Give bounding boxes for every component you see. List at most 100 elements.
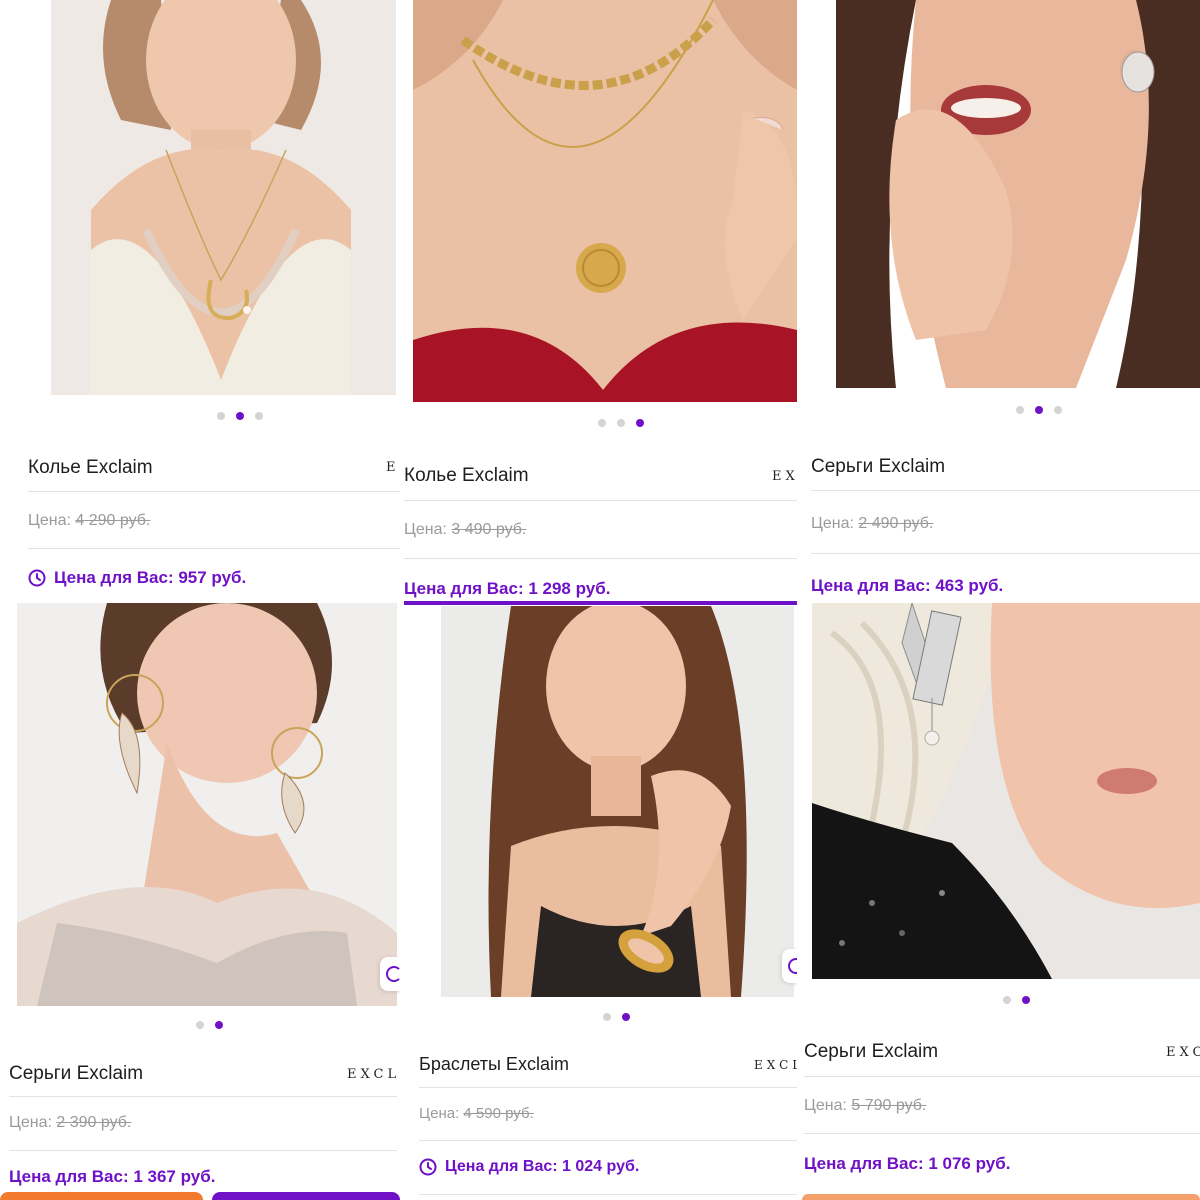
- your-price-text: Цена для Вас: 463 руб.: [811, 576, 1004, 595]
- old-price-value: 4 590 руб.: [463, 1105, 534, 1122]
- divider: [9, 1150, 397, 1151]
- old-price-value: 3 490 руб.: [451, 521, 527, 538]
- product-title[interactable]: Серьги Exclaim: [804, 1041, 938, 1063]
- carousel-dot-active[interactable]: [215, 1021, 223, 1029]
- old-price-value: 5 790 руб.: [851, 1097, 927, 1114]
- product-card[interactable]: Колье Exclaim E Цена: 4 290 руб. Цена дл…: [0, 0, 400, 600]
- divider: [811, 490, 1200, 491]
- carousel-dot[interactable]: [255, 412, 263, 420]
- divider: [804, 1133, 1200, 1134]
- old-price: Цена: 3 490 руб.: [404, 521, 526, 539]
- product-title[interactable]: Браслеты Exclaim: [419, 1054, 569, 1075]
- refresh-icon: [788, 958, 797, 974]
- carousel-dots[interactable]: [1016, 406, 1062, 414]
- brand-logo: EXCL: [1166, 1045, 1200, 1060]
- progress-bar: [404, 601, 797, 605]
- carousel-dot[interactable]: [598, 419, 606, 427]
- product-title[interactable]: Серьги Exclaim: [811, 456, 945, 478]
- carousel-dot[interactable]: [1054, 406, 1062, 414]
- product-photo[interactable]: [17, 603, 397, 1006]
- brand-logo: EXCLAi: [754, 1058, 797, 1072]
- old-price: Цена: 5 790 руб.: [804, 1097, 926, 1115]
- your-price: Цена для Вас: 1 076 руб.: [804, 1154, 1010, 1174]
- carousel-dots[interactable]: [196, 1021, 223, 1029]
- clock-icon: [419, 1158, 437, 1176]
- carousel-dots[interactable]: [598, 419, 644, 427]
- price-label: Цена:: [28, 512, 71, 529]
- divider: [419, 1194, 797, 1195]
- old-price-value: 4 290 руб.: [75, 512, 151, 529]
- old-price-value: 2 390 руб.: [56, 1114, 132, 1131]
- product-card[interactable]: Серьги Exclaim Цена: 2 490 руб. Цена для…: [802, 0, 1200, 598]
- carousel-dot[interactable]: [603, 1013, 611, 1021]
- divider: [28, 491, 400, 492]
- carousel-dots[interactable]: [1003, 996, 1030, 1004]
- buy-button[interactable]: [802, 1194, 1200, 1200]
- divider: [404, 558, 797, 559]
- old-price-value: 2 490 руб.: [858, 515, 934, 532]
- divider: [28, 548, 400, 549]
- product-photo[interactable]: [836, 0, 1200, 388]
- carousel-dot-active[interactable]: [1022, 996, 1030, 1004]
- clock-icon: [28, 569, 46, 587]
- your-price: Цена для Вас: 1 298 руб.: [404, 579, 610, 599]
- divider: [811, 553, 1200, 554]
- woman-earring-image: [836, 0, 1200, 388]
- price-label: Цена:: [9, 1114, 52, 1131]
- carousel-dots[interactable]: [217, 412, 263, 420]
- woman-necklace-image: [51, 0, 396, 395]
- woman-bracelet-image: [441, 606, 794, 997]
- carousel-dot-active[interactable]: [1035, 406, 1043, 414]
- old-price: Цена: 2 390 руб.: [9, 1114, 131, 1132]
- product-photo[interactable]: [51, 0, 396, 395]
- carousel-dot-active[interactable]: [622, 1013, 630, 1021]
- brand-logo: EXC: [772, 469, 797, 484]
- carousel-dot[interactable]: [217, 412, 225, 420]
- your-price-text: Цена для Вас: 1 298 руб.: [404, 579, 611, 598]
- carousel-dot-active[interactable]: [636, 419, 644, 427]
- favorite-button[interactable]: [380, 957, 400, 991]
- blonde-woman-earring-image: [812, 603, 1200, 979]
- product-card[interactable]: Серьги Exclaim EXCLAi Цена: 2 390 руб. Ц…: [0, 600, 400, 1200]
- your-price: Цена для Вас: 1 367 руб.: [9, 1167, 215, 1187]
- your-price-text: Цена для Вас: 1 024 руб.: [445, 1158, 640, 1175]
- product-photo[interactable]: [441, 606, 794, 997]
- divider: [404, 500, 797, 501]
- divider: [419, 1140, 797, 1141]
- favorite-button[interactable]: [782, 949, 797, 983]
- price-label: Цена:: [811, 515, 854, 532]
- necklace-closeup-image: [413, 0, 797, 402]
- carousel-dot[interactable]: [617, 419, 625, 427]
- cart-button[interactable]: [212, 1192, 400, 1200]
- your-price: Цена для Вас: 463 руб.: [811, 576, 1003, 596]
- your-price: Цена для Вас: 1 024 руб.: [419, 1158, 639, 1176]
- product-photo[interactable]: [413, 0, 797, 402]
- brand-logo: EXCLAi: [347, 1067, 400, 1082]
- divider: [419, 1087, 797, 1088]
- old-price: Цена: 4 290 руб.: [28, 512, 150, 530]
- your-price-text: Цена для Вас: 1 076 руб.: [804, 1154, 1011, 1173]
- carousel-dot[interactable]: [196, 1021, 204, 1029]
- product-card[interactable]: Серьги Exclaim EXCL Цена: 5 790 руб. Цен…: [802, 598, 1200, 1200]
- carousel-dot[interactable]: [1003, 996, 1011, 1004]
- product-card[interactable]: Колье Exclaim EXC Цена: 3 490 руб. Цена …: [404, 0, 797, 606]
- product-photo[interactable]: [812, 603, 1200, 979]
- carousel-dot-active[interactable]: [236, 412, 244, 420]
- old-price: Цена: 4 590 руб.: [419, 1105, 534, 1122]
- product-title[interactable]: Колье Exclaim: [28, 457, 153, 479]
- your-price-text: Цена для Вас: 1 367 руб.: [9, 1167, 216, 1186]
- carousel-dot[interactable]: [1016, 406, 1024, 414]
- price-label: Цена:: [804, 1097, 847, 1114]
- price-label: Цена:: [419, 1105, 460, 1122]
- product-title[interactable]: Серьги Exclaim: [9, 1063, 143, 1085]
- divider: [804, 1076, 1200, 1077]
- product-title[interactable]: Колье Exclaim: [404, 465, 529, 487]
- woman-shell-earrings-image: [17, 603, 397, 1006]
- divider: [9, 1096, 397, 1097]
- refresh-icon: [386, 966, 400, 982]
- price-label: Цена:: [404, 521, 447, 538]
- product-card[interactable]: Браслеты Exclaim EXCLAi Цена: 4 590 руб.…: [404, 606, 797, 1200]
- buy-button[interactable]: [0, 1192, 203, 1200]
- your-price: Цена для Вас: 957 руб.: [28, 568, 246, 588]
- carousel-dots[interactable]: [603, 1013, 630, 1021]
